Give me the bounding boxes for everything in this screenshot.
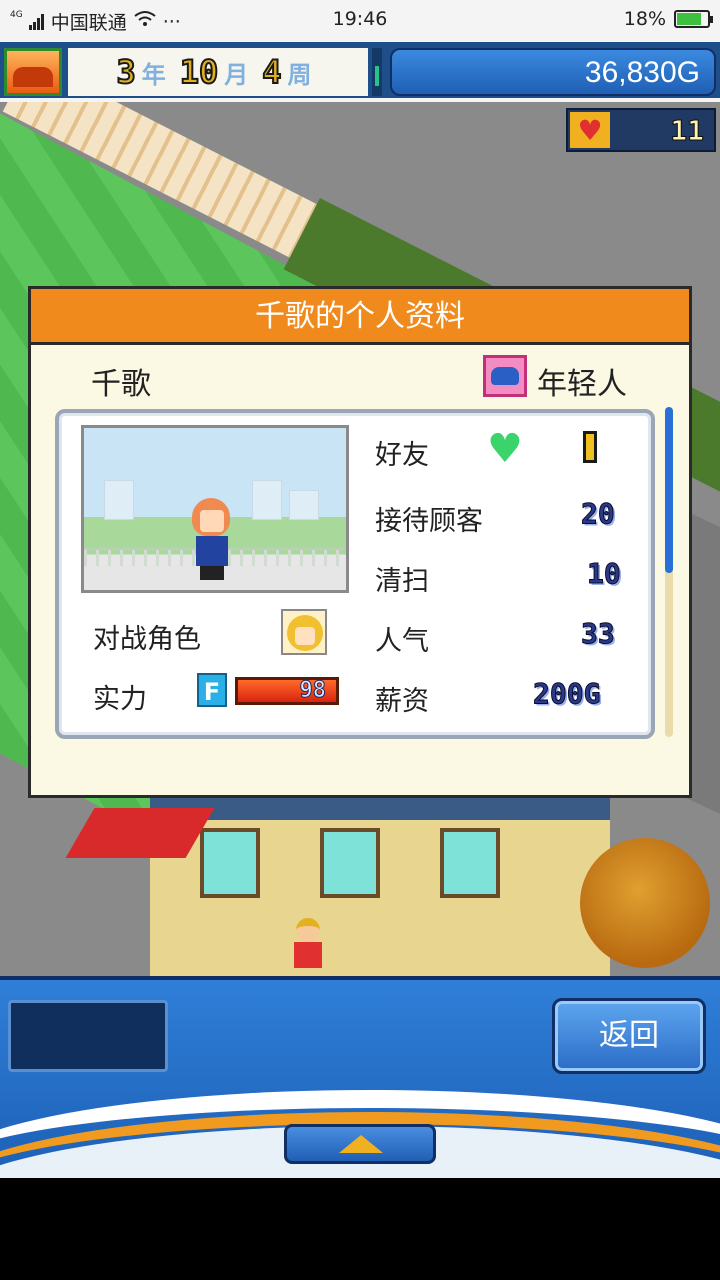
heart-count: 11 <box>670 114 705 148</box>
hud-separator <box>372 48 382 96</box>
scroll-thumb[interactable] <box>665 407 673 573</box>
week-number: 4 <box>261 52 282 92</box>
shop-window <box>320 828 380 898</box>
friend-label: 好友 <box>375 440 429 471</box>
friend-value-bar <box>583 431 597 463</box>
money-display: 36,830G <box>390 48 716 96</box>
age-group: 年轻人 <box>537 367 627 402</box>
battery-percent: 18% <box>623 8 666 30</box>
battery-icon <box>674 10 713 28</box>
date-display: 3 年 10 月 4 周 <box>68 48 368 96</box>
visitor-sprite[interactable] <box>290 918 326 978</box>
heart-counter: ♥ 11 <box>566 108 716 152</box>
green-heart-icon: ♥ <box>487 426 523 472</box>
portrait-building <box>289 490 319 520</box>
popularity-label: 人气 <box>375 626 429 657</box>
year-number: 3 <box>115 52 136 92</box>
power-bar: 98 <box>235 677 339 705</box>
reception-label: 接待顾客 <box>375 506 483 537</box>
shop-window <box>440 828 500 898</box>
dialog-title: 千歌的个人资料 <box>31 289 689 345</box>
character-name: 千歌 <box>91 367 151 402</box>
month-unit: 月 <box>224 60 249 89</box>
stats-panel: 好友 ♥ 接待顾客 20 清扫 10 对战角色 人气 33 实力 F 98 薪资… <box>55 409 655 739</box>
rival-avatar[interactable] <box>281 609 327 655</box>
shop-window <box>200 828 260 898</box>
top-hud: 3 年 10 月 4 周 36,830G <box>0 38 720 102</box>
cleaning-label: 清扫 <box>375 566 429 597</box>
character-sprite <box>188 498 236 582</box>
back-button[interactable]: 返回 <box>552 998 706 1074</box>
profile-dialog: 千歌的个人资料 千歌 年轻人 好友 ♥ 接待顾客 20 清扫 10 对战角色 人… <box>28 286 692 798</box>
bottom-bar: 返回 <box>0 976 720 1178</box>
character-portrait <box>81 425 349 593</box>
up-arrow-icon <box>339 1135 383 1153</box>
scrollbar[interactable] <box>665 407 673 737</box>
salary-label: 薪资 <box>375 686 429 717</box>
status-bar: 4G 中国联通 ··· 19:46 18% <box>0 0 720 38</box>
money-amount: 36,830G <box>584 56 700 89</box>
clock: 19:46 <box>332 8 388 30</box>
power-label: 实力 <box>93 684 147 715</box>
expand-menu-button[interactable] <box>284 1124 436 1164</box>
info-slot <box>8 1000 168 1072</box>
portrait-building <box>252 480 282 520</box>
rival-label: 对战角色 <box>93 624 201 655</box>
power-value: 98 <box>299 678 326 704</box>
cleaning-value: 10 <box>587 557 622 591</box>
heart-icon: ♥ <box>570 112 610 148</box>
week-unit: 周 <box>287 60 312 89</box>
autumn-tree <box>580 838 710 968</box>
portrait-building <box>104 480 134 520</box>
month-number: 10 <box>179 52 220 92</box>
popularity-value: 33 <box>581 617 616 651</box>
year-unit: 年 <box>141 60 166 89</box>
car-icon <box>483 355 527 397</box>
salary-value: 200G <box>532 677 601 711</box>
reception-value: 20 <box>581 497 616 531</box>
autumn-icon <box>4 48 62 96</box>
rank-badge: F <box>197 673 227 707</box>
status-right: 18% <box>623 8 713 30</box>
